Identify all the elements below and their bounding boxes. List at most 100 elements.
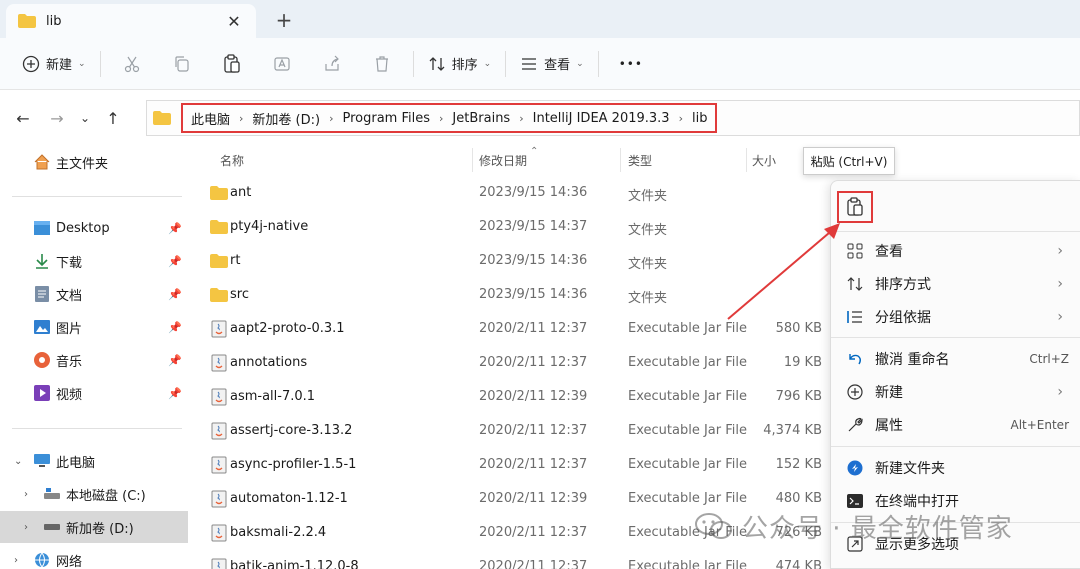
- column-type[interactable]: 类型: [628, 152, 652, 169]
- new-button[interactable]: 新建 ⌄: [14, 47, 94, 81]
- sidebar-item-label: Desktop: [56, 220, 110, 236]
- back-arrow-icon[interactable]: ←: [6, 109, 40, 128]
- new-folder-icon: [845, 458, 865, 478]
- breadcrumb-item[interactable]: Program Files: [343, 111, 431, 126]
- sidebar-item-this-pc[interactable]: ⌄ 此电脑: [0, 445, 188, 477]
- tab-close-icon[interactable]: ✕: [224, 12, 244, 31]
- breadcrumb-item[interactable]: 此电脑: [191, 109, 230, 128]
- forward-arrow-icon[interactable]: →: [40, 109, 74, 128]
- table-row[interactable]: batik-anim-1.12.0-8 2020/2/11 12:37 Execut…: [190, 550, 830, 569]
- pin-icon[interactable]: 📌: [168, 222, 182, 235]
- toolbar-divider: [505, 50, 507, 77]
- sidebar-item-downloads[interactable]: 下载 📌: [0, 245, 188, 277]
- sidebar-item-desktop[interactable]: Desktop 📌: [0, 212, 188, 244]
- file-date: 2023/9/15 14:36: [479, 287, 588, 302]
- sidebar-item-network[interactable]: › 网络: [0, 544, 188, 569]
- chevron-right-icon[interactable]: ›: [519, 112, 523, 125]
- rename-icon: [273, 56, 290, 71]
- column-name[interactable]: 名称: [220, 152, 244, 169]
- table-row[interactable]: assertj-core-3.13.2 2020/2/11 12:37 Execut…: [190, 414, 830, 448]
- file-date: 2023/9/15 14:36: [479, 253, 588, 268]
- sidebar-item-home[interactable]: 主文件夹: [0, 146, 188, 178]
- menu-item-sort[interactable]: 排序方式 ›: [831, 267, 1080, 300]
- chevron-right-icon[interactable]: ›: [14, 555, 18, 566]
- navigation-pane: 主文件夹 Desktop 📌 下载 📌 文档 📌 图片 📌 音乐 📌 视频 📌 …: [0, 146, 190, 569]
- file-date: 2023/9/15 14:37: [479, 219, 588, 234]
- sidebar-item-drive-d[interactable]: › 新加卷 (D:): [0, 511, 188, 543]
- pin-icon[interactable]: 📌: [168, 288, 182, 301]
- chevron-right-icon[interactable]: ›: [439, 112, 443, 125]
- file-date: 2020/2/11 12:37: [479, 457, 588, 472]
- cut-button[interactable]: [107, 47, 157, 81]
- breadcrumb-item[interactable]: 新加卷 (D:): [252, 109, 320, 128]
- menu-item-label: 新建文件夹: [875, 460, 945, 477]
- sort-icon: [429, 56, 445, 71]
- more-options-button[interactable]: •••: [605, 47, 651, 81]
- column-divider[interactable]: [620, 148, 621, 172]
- menu-item-view[interactable]: 查看 ›: [831, 234, 1080, 267]
- column-divider[interactable]: [472, 148, 473, 172]
- chevron-right-icon[interactable]: ›: [24, 489, 28, 500]
- breadcrumb-item[interactable]: IntelliJ IDEA 2019.3.3: [533, 111, 670, 126]
- share-button[interactable]: [307, 47, 357, 81]
- chevron-down-icon[interactable]: ⌄: [14, 456, 22, 467]
- watermark: 公众号 · 最全软件管家: [694, 506, 1013, 546]
- column-size[interactable]: 大小: [752, 152, 776, 169]
- picture-icon: [34, 319, 50, 335]
- file-type: 文件夹: [628, 223, 668, 238]
- new-tab-icon[interactable]: +: [272, 8, 296, 32]
- table-row[interactable]: ant 2023/9/15 14:36 文件夹: [190, 176, 830, 210]
- table-row[interactable]: async-profiler-1.5-1 2020/2/11 12:37 Execu…: [190, 448, 830, 482]
- table-row[interactable]: asm-all-7.0.1 2020/2/11 12:39 Executable J…: [190, 380, 830, 414]
- menu-item-label: 排序方式: [875, 276, 931, 293]
- breadcrumb-item[interactable]: JetBrains: [452, 111, 510, 126]
- pin-icon[interactable]: 📌: [168, 354, 182, 367]
- desktop-icon: [34, 220, 50, 236]
- watermark-text: 公众号 · 最全软件管家: [742, 513, 1013, 544]
- sidebar-item-music[interactable]: 音乐 📌: [0, 344, 188, 376]
- scissors-icon: [124, 56, 139, 72]
- delete-button[interactable]: [357, 47, 407, 81]
- recent-chevron-icon[interactable]: ⌄: [74, 111, 96, 125]
- sidebar-item-drive-c[interactable]: › 本地磁盘 (C:): [0, 478, 188, 510]
- column-divider[interactable]: [746, 148, 747, 172]
- menu-item-undo[interactable]: 撤消 重命名 Ctrl+Z: [831, 342, 1080, 375]
- file-date: 2020/2/11 12:37: [479, 423, 588, 438]
- tab-lib[interactable]: lib ✕: [6, 4, 256, 38]
- menu-item-new-folder[interactable]: 新建文件夹: [831, 451, 1080, 484]
- menu-shortcut: Ctrl+Z: [1029, 351, 1069, 366]
- sidebar-item-pictures[interactable]: 图片 📌: [0, 311, 188, 343]
- sidebar-divider: [12, 196, 182, 197]
- pin-icon[interactable]: 📌: [168, 387, 182, 400]
- paste-button[interactable]: [207, 47, 257, 81]
- sort-button[interactable]: 排序 ⌄: [420, 47, 500, 81]
- breadcrumb-item[interactable]: lib: [692, 111, 707, 126]
- sidebar-item-label: 音乐: [56, 354, 83, 370]
- computer-icon: [34, 453, 50, 469]
- pin-icon[interactable]: 📌: [168, 321, 182, 334]
- column-date[interactable]: 修改日期: [479, 152, 527, 169]
- chevron-right-icon[interactable]: ›: [679, 112, 683, 125]
- new-button-label: 新建: [46, 58, 73, 73]
- menu-item-new[interactable]: 新建 ›: [831, 375, 1080, 408]
- sidebar-item-videos[interactable]: 视频 📌: [0, 377, 188, 409]
- jar-file-icon: [211, 422, 227, 440]
- chevron-right-icon[interactable]: ›: [239, 112, 243, 125]
- copy-button[interactable]: [157, 47, 207, 81]
- list-view-icon: [522, 57, 537, 70]
- trash-icon: [375, 55, 388, 72]
- menu-item-properties[interactable]: 属性 Alt+Enter: [831, 408, 1080, 441]
- pin-icon[interactable]: 📌: [168, 255, 182, 268]
- chevron-right-icon[interactable]: ›: [329, 112, 333, 125]
- menu-item-group[interactable]: 分组依据 ›: [831, 300, 1080, 333]
- folder-icon: [210, 254, 228, 268]
- column-header: 名称 ⌃ 修改日期 类型 大小: [190, 146, 830, 174]
- address-bar[interactable]: 此电脑 › 新加卷 (D:) › Program Files › JetBrai…: [146, 100, 1080, 136]
- sidebar-item-documents[interactable]: 文档 📌: [0, 278, 188, 310]
- view-button[interactable]: 查看 ⌄: [512, 47, 592, 81]
- chevron-right-icon[interactable]: ›: [24, 522, 28, 533]
- table-row[interactable]: annotations 2020/2/11 12:37 Executable Jar…: [190, 346, 830, 380]
- up-arrow-icon[interactable]: ↑: [96, 109, 130, 128]
- wechat-icon: [695, 513, 732, 539]
- rename-button[interactable]: [257, 47, 307, 81]
